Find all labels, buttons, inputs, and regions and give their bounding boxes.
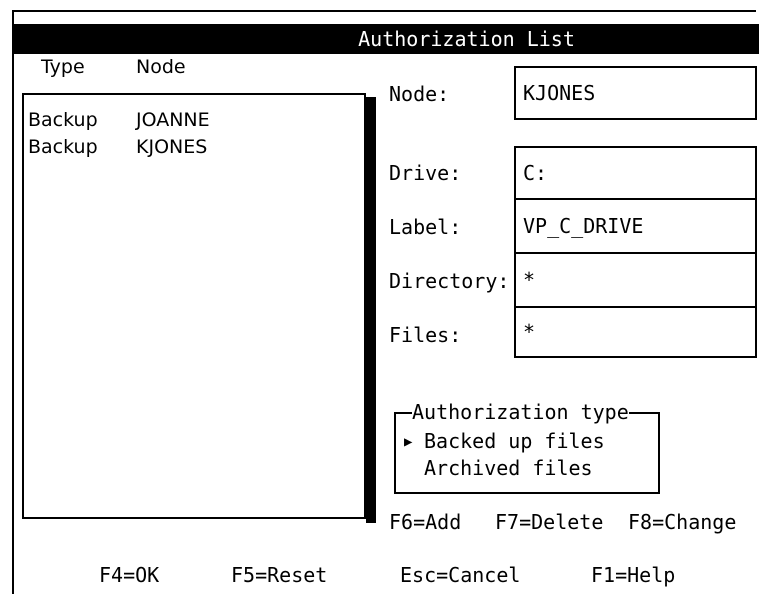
list-item-node: JOANNE xyxy=(136,109,210,131)
radio-label: Archived files xyxy=(424,456,593,480)
radio-archived-files[interactable]: Archived files xyxy=(404,456,593,480)
selected-arrow-icon: ▶ xyxy=(404,434,413,450)
node-value: KJONES xyxy=(523,81,596,105)
column-header-node: Node xyxy=(136,56,186,78)
f7-delete-button[interactable]: F7=Delete xyxy=(495,510,603,534)
radio-label: Backed up files xyxy=(424,429,605,453)
label-label: Label: xyxy=(389,215,462,239)
radio-backed-up-files[interactable]: ▶ Backed up files xyxy=(404,429,605,453)
node-field[interactable]: KJONES xyxy=(514,66,757,120)
drive-field[interactable]: C: xyxy=(514,146,757,200)
esc-cancel-button[interactable]: Esc=Cancel xyxy=(400,563,520,587)
drive-value: C: xyxy=(523,161,548,185)
directory-field[interactable]: * xyxy=(514,252,757,308)
directory-value: * xyxy=(523,268,536,292)
files-label: Files: xyxy=(389,323,462,347)
window-title-bar: Authorization List xyxy=(14,24,759,54)
drive-label: Drive: xyxy=(389,161,462,185)
f6-add-button[interactable]: F6=Add xyxy=(389,510,461,534)
node-label: Node: xyxy=(389,82,450,106)
authorization-type-group xyxy=(394,412,660,494)
files-field[interactable]: * xyxy=(514,306,757,358)
authorization-type-legend: Authorization type xyxy=(412,400,629,424)
list-item-type: Backup xyxy=(28,109,98,131)
list-item-node: KJONES xyxy=(136,136,208,158)
column-header-type: Type xyxy=(41,56,85,78)
label-value: VP_C_DRIVE xyxy=(523,214,644,238)
f5-reset-button[interactable]: F5=Reset xyxy=(231,563,327,587)
window-title: Authorization List xyxy=(358,27,575,51)
directory-label: Directory: xyxy=(389,269,510,293)
list-item-type: Backup xyxy=(28,136,98,158)
f4-ok-button[interactable]: F4=OK xyxy=(99,563,159,587)
label-field[interactable]: VP_C_DRIVE xyxy=(514,198,757,254)
files-value: * xyxy=(523,320,536,344)
f1-help-button[interactable]: F1=Help xyxy=(591,563,675,587)
f8-change-button[interactable]: F8=Change xyxy=(628,510,736,534)
listbox-scrollbar[interactable] xyxy=(366,97,376,523)
